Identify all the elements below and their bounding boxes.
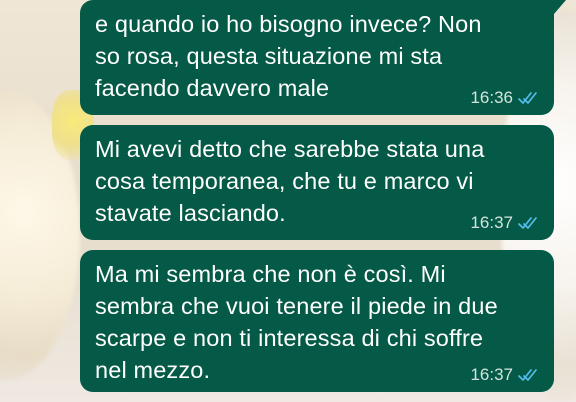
message-time: 16:37 bbox=[470, 365, 513, 384]
outgoing-message-bubble[interactable]: Ma mi sembra che non è così. Mi sembra c… bbox=[80, 250, 554, 392]
outgoing-message-bubble[interactable]: e quando io ho bisogno invece? Non so ro… bbox=[80, 0, 566, 115]
double-check-read-icon bbox=[518, 369, 537, 381]
message-time: 16:36 bbox=[470, 88, 513, 107]
double-check-read-icon bbox=[518, 92, 537, 104]
message-meta: 16:36 bbox=[470, 88, 538, 108]
double-check-read-icon bbox=[518, 217, 537, 229]
message-time: 16:37 bbox=[470, 213, 513, 232]
chat-message-list[interactable]: e quando io ho bisogno invece? Non so ro… bbox=[0, 0, 576, 402]
message-bubble-tail bbox=[554, 0, 566, 14]
outgoing-message-bubble[interactable]: Mi avevi detto che sarebbe stata una cos… bbox=[80, 125, 554, 240]
message-meta: 16:37 bbox=[470, 213, 538, 233]
message-meta: 16:37 bbox=[470, 365, 538, 385]
